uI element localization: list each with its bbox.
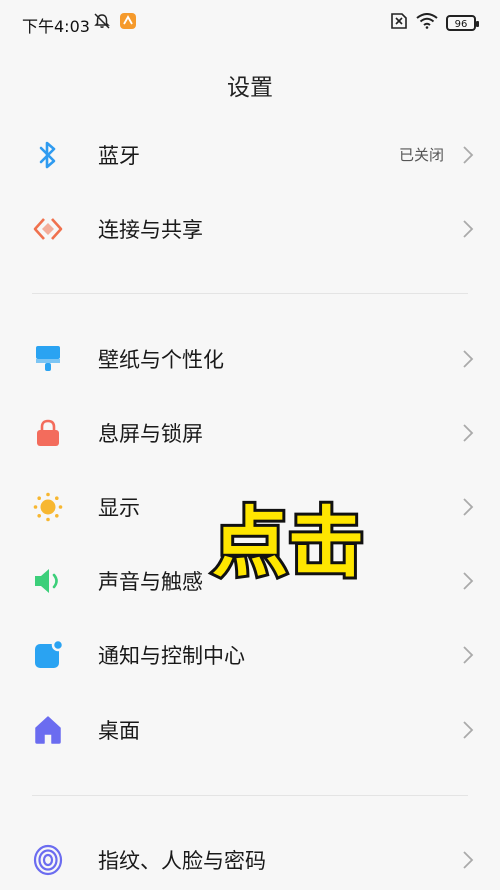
chevron-right-icon [462,571,474,591]
page-title: 设置 [227,75,273,101]
settings-item-label: 显示 [98,496,140,520]
chevron-right-icon [462,423,474,443]
chevron-right-icon [462,145,474,165]
lock-icon [32,417,64,449]
speaker-icon [32,565,64,597]
bluetooth-status: 已关闭 [398,146,444,164]
status-bar: 下午4:03 96 [0,0,500,46]
brush-icon [32,343,64,375]
share-icon [32,213,64,245]
status-time: 下午4:03 [22,17,90,36]
app-notification-icon [119,12,137,34]
settings-item-label: 息屏与锁屏 [98,422,203,446]
settings-item-connection-sharing[interactable]: 连接与共享 [0,199,500,259]
sun-icon [32,491,64,523]
chevron-right-icon [462,850,474,870]
settings-item-home-screen[interactable]: 桌面 [0,700,500,760]
settings-item-notifications[interactable]: 通知与控制中心 [0,625,500,685]
overlay-caption: 点击 [209,498,367,587]
alarm-off-icon [93,12,111,34]
settings-item-bluetooth[interactable]: 蓝牙 已关闭 [0,125,500,185]
settings-item-label: 壁纸与个性化 [98,348,224,372]
settings-item-label: 连接与共享 [98,218,203,242]
settings-item-label: 指纹、人脸与密码 [98,849,266,873]
settings-item-wallpaper[interactable]: 壁纸与个性化 [0,329,500,389]
settings-item-label: 蓝牙 [98,144,140,168]
fingerprint-icon [32,844,64,876]
section-divider [32,795,468,796]
home-icon [32,714,64,746]
chevron-right-icon [462,219,474,239]
chevron-right-icon [462,720,474,740]
settings-item-lock-screen[interactable]: 息屏与锁屏 [0,403,500,463]
settings-item-label: 通知与控制中心 [98,644,245,668]
section-divider [32,293,468,294]
chevron-right-icon [462,645,474,665]
settings-item-label: 桌面 [98,719,140,743]
chevron-right-icon [462,497,474,517]
settings-item-label: 声音与触感 [98,570,203,594]
notification-icon [32,639,64,671]
wifi-icon [416,13,438,33]
battery-indicator: 96 [446,15,479,31]
settings-item-fingerprint-face-password[interactable]: 指纹、人脸与密码 [0,830,500,890]
bluetooth-icon [32,139,64,171]
chevron-right-icon [462,349,474,369]
sim-off-icon [388,13,408,33]
